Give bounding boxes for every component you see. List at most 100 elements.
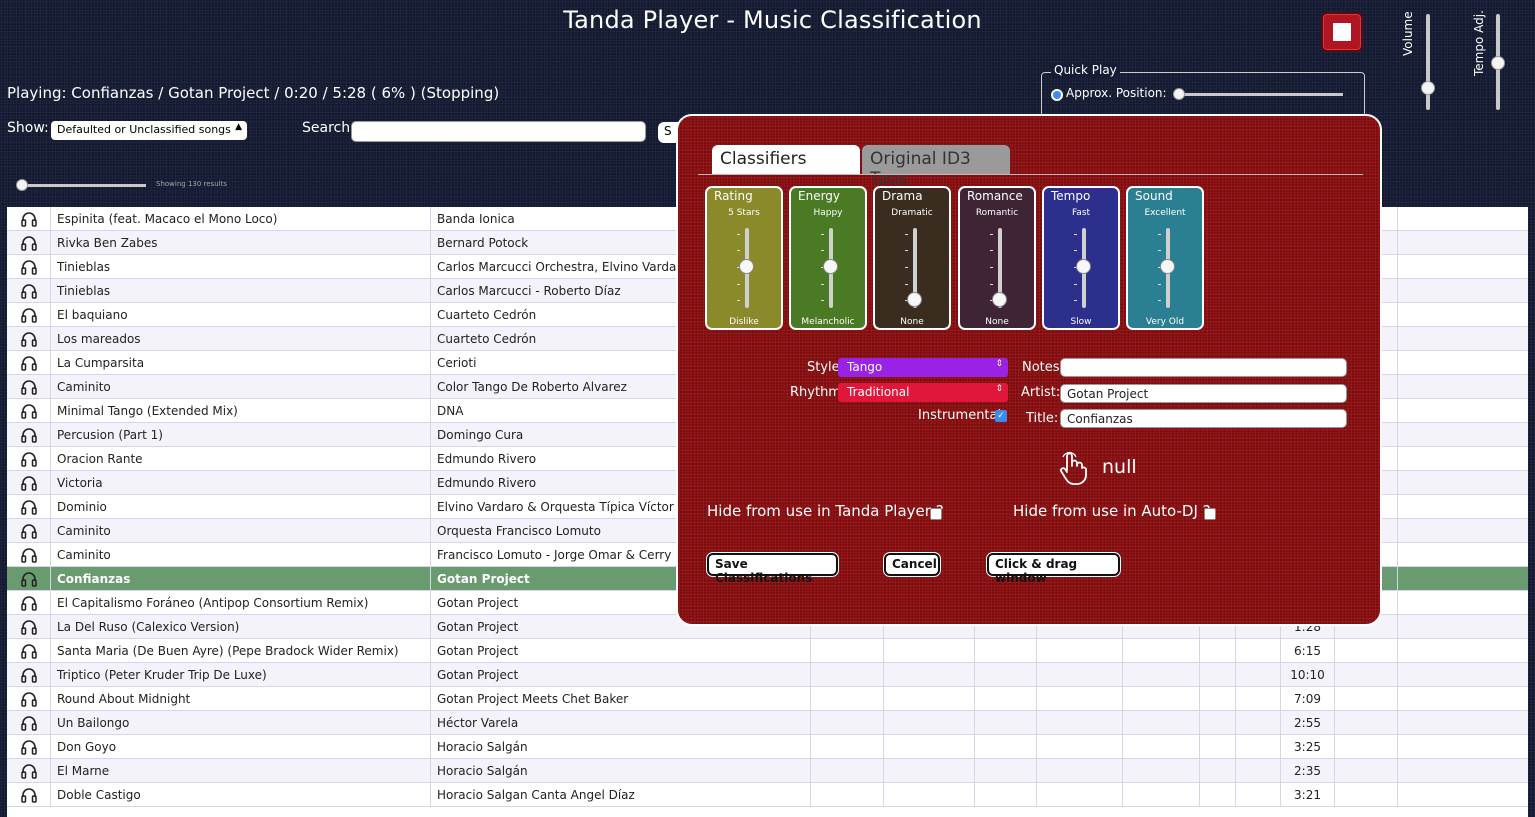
show-filter-select[interactable]: Defaulted or Unclassified songs ▲	[51, 121, 247, 140]
headphones-icon[interactable]	[7, 303, 51, 327]
table-cell	[975, 663, 1037, 687]
instrumental-checkbox[interactable]: ✓	[995, 410, 1007, 422]
table-row[interactable]: El Marne Horacio Salgán 2:35	[7, 759, 1528, 783]
table-cell	[1236, 687, 1281, 711]
table-cell	[975, 783, 1037, 807]
headphones-icon[interactable]	[7, 591, 51, 615]
table-cell	[1123, 687, 1200, 711]
song-title: Espinita (feat. Macaco el Mono Loco)	[51, 207, 431, 231]
headphones-icon[interactable]	[7, 207, 51, 231]
table-cell	[1236, 783, 1281, 807]
title-field[interactable]: Confianzas	[1060, 409, 1347, 428]
classifier-top-label: Happy	[813, 208, 843, 218]
slider-tick	[1158, 300, 1161, 301]
headphones-icon[interactable]	[7, 279, 51, 303]
headphones-icon[interactable]	[7, 447, 51, 471]
classifier-slider-knob[interactable]	[907, 292, 922, 307]
headphones-icon[interactable]	[7, 615, 51, 639]
headphones-icon[interactable]	[7, 567, 51, 591]
hide-autodj-checkbox[interactable]	[1204, 508, 1216, 520]
classifier-slider-knob[interactable]	[992, 292, 1007, 307]
tempo-adj-slider-knob[interactable]	[1491, 56, 1505, 70]
notes-label: Notes	[1022, 360, 1060, 375]
headphones-icon[interactable]	[7, 783, 51, 807]
table-cell	[1123, 711, 1200, 735]
tab-divider	[698, 174, 1363, 175]
headphones-icon[interactable]	[7, 663, 51, 687]
volume-slider-knob[interactable]	[1421, 81, 1435, 95]
table-row[interactable]: Santa Maria (De Buen Ayre) (Pepe Bradock…	[7, 639, 1528, 663]
classification-dialog: Classifiers Original ID3 Tags Rating 5 St…	[676, 114, 1382, 626]
headphones-icon[interactable]	[7, 711, 51, 735]
classifier-sound: Sound Excellent Very Old	[1126, 186, 1204, 330]
table-cell	[1200, 711, 1236, 735]
classifier-bottom-label: Very Old	[1145, 317, 1185, 327]
table-cell	[1335, 711, 1398, 735]
classifier-slider-knob[interactable]	[823, 259, 838, 274]
null-indicator: null	[1102, 456, 1137, 478]
volume-slider[interactable]	[1421, 14, 1435, 110]
table-cell	[1335, 735, 1398, 759]
hide-tanda-checkbox[interactable]	[930, 508, 942, 520]
table-row[interactable]: Round About Midnight Gotan Project Meets …	[7, 687, 1528, 711]
instrumental-label: Instrumental	[918, 408, 1002, 423]
table-row[interactable]: Doble Castigo Horacio Salgan Canta Angel …	[7, 783, 1528, 807]
rhythm-select[interactable]: Traditional ⇕	[838, 383, 1008, 402]
table-cell	[1335, 783, 1398, 807]
headphones-icon[interactable]	[7, 543, 51, 567]
results-size-slider-knob[interactable]	[16, 179, 28, 191]
slider-tick	[905, 250, 908, 251]
table-cell	[811, 687, 884, 711]
headphones-icon[interactable]	[7, 519, 51, 543]
search-label: Search:	[302, 120, 355, 136]
song-artist: Horacio Salgán	[431, 735, 811, 759]
table-row[interactable]: Triptico (Peter Kruder Trip De Luxe) Gota…	[7, 663, 1528, 687]
song-title: Oracion Rante	[51, 447, 431, 471]
headphones-icon[interactable]	[7, 735, 51, 759]
drag-window-button[interactable]: Click & drag window	[987, 553, 1120, 585]
headphones-icon[interactable]	[7, 399, 51, 423]
table-cell	[1200, 687, 1236, 711]
table-cell	[975, 735, 1037, 759]
artist-field[interactable]: Gotan Project	[1060, 384, 1347, 403]
classifier-top-label: Romantic	[975, 208, 1019, 218]
results-size-slider[interactable]	[16, 179, 146, 191]
classifier-slider-knob[interactable]	[1076, 259, 1091, 274]
headphones-icon[interactable]	[7, 639, 51, 663]
classifier-slider-knob[interactable]	[1160, 259, 1175, 274]
approx-position-knob[interactable]	[1173, 88, 1185, 100]
song-artist: Héctor Varela	[431, 711, 811, 735]
headphones-icon[interactable]	[7, 687, 51, 711]
headphones-icon[interactable]	[7, 375, 51, 399]
classifier-name: Romance	[967, 189, 1023, 203]
song-duration: 3:21	[1281, 783, 1335, 807]
table-cell	[1037, 783, 1123, 807]
cancel-button[interactable]: Cancel	[884, 553, 940, 576]
table-row[interactable]: Un Bailongo Héctor Varela 2:55	[7, 711, 1528, 735]
headphones-icon[interactable]	[7, 495, 51, 519]
headphones-icon[interactable]	[7, 759, 51, 783]
headphones-icon[interactable]	[7, 327, 51, 351]
headphones-icon[interactable]	[7, 423, 51, 447]
style-select[interactable]: Tango ⇕	[838, 358, 1008, 377]
search-input[interactable]	[351, 121, 646, 142]
table-cell	[811, 663, 884, 687]
touch-hand-icon[interactable]	[1058, 450, 1088, 486]
tab-classifiers[interactable]: Classifiers	[712, 145, 860, 175]
table-row[interactable]: Don Goyo Horacio Salgán 3:25	[7, 735, 1528, 759]
tab-original-id3-tags[interactable]: Original ID3 Tags	[862, 145, 1010, 189]
save-classifications-button[interactable]: Save Classifications	[707, 553, 838, 585]
notes-field[interactable]	[1060, 358, 1347, 377]
headphones-icon[interactable]	[7, 351, 51, 375]
tempo-adj-slider[interactable]	[1491, 14, 1505, 110]
table-cell	[1335, 663, 1398, 687]
stop-button[interactable]	[1321, 12, 1363, 52]
headphones-icon[interactable]	[7, 471, 51, 495]
approx-position-radio[interactable]	[1051, 89, 1063, 101]
headphones-icon[interactable]	[7, 231, 51, 255]
style-label: Style	[807, 360, 840, 375]
headphones-icon[interactable]	[7, 255, 51, 279]
table-cell	[811, 783, 884, 807]
classifier-slider-knob[interactable]	[739, 259, 754, 274]
approx-position-slider[interactable]	[1173, 88, 1343, 100]
